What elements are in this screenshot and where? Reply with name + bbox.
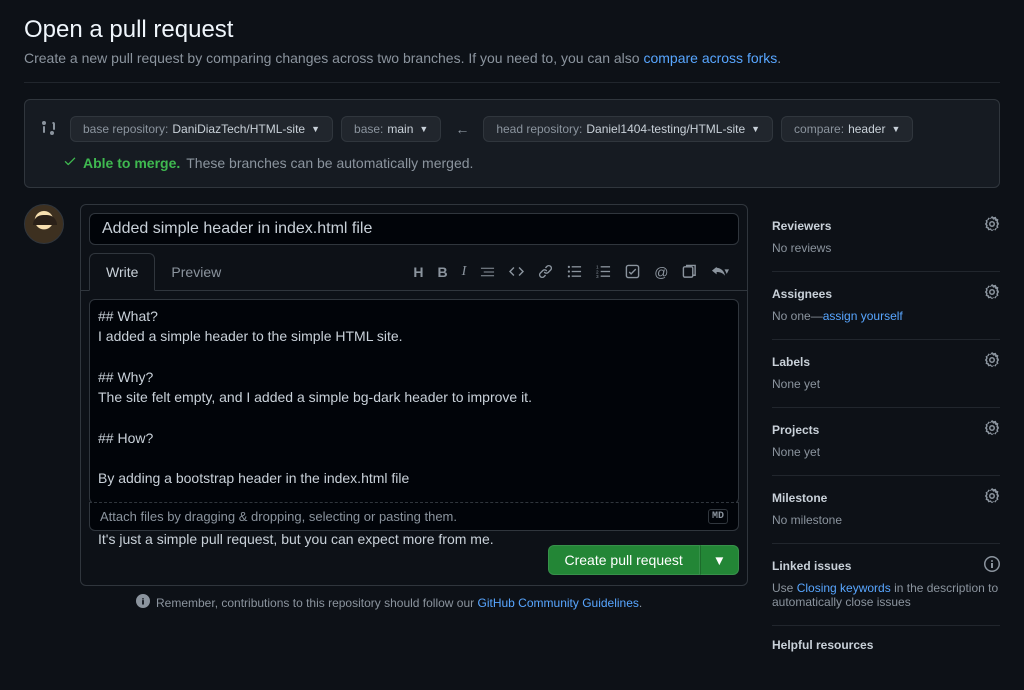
- sidebar: Reviewers No reviews Assignees No one—as…: [772, 204, 1000, 674]
- formatting-toolbar: H B I 123 @ ▾: [413, 264, 739, 280]
- page-title: Open a pull request: [24, 16, 1000, 44]
- avatar[interactable]: [24, 204, 64, 244]
- gear-icon[interactable]: [984, 488, 1000, 507]
- head-repo-selector[interactable]: head repository: Daniel1404-testing/HTML…: [483, 116, 773, 142]
- page-subtitle: Create a new pull request by comparing c…: [24, 50, 1000, 66]
- code-icon[interactable]: [509, 264, 524, 280]
- base-branch-label: base:: [354, 122, 383, 136]
- pr-body-textarea[interactable]: ## What? I added a simple header to the …: [89, 299, 739, 504]
- markdown-icon[interactable]: MD: [708, 509, 728, 524]
- linked-issues-body: Use Closing keywords in the description …: [772, 581, 1000, 609]
- merge-status-text: Able to merge.: [83, 155, 180, 171]
- gear-icon[interactable]: [984, 284, 1000, 303]
- base-branch-value: main: [387, 122, 413, 136]
- milestone-body: No milestone: [772, 513, 1000, 527]
- head-repo-value: Daniel1404-testing/HTML-site: [586, 122, 745, 136]
- attach-hint-text: Attach files by dragging & dropping, sel…: [100, 509, 457, 524]
- comment-box: Write Preview H B I 123 @: [80, 204, 748, 586]
- assignees-title[interactable]: Assignees: [772, 287, 832, 301]
- bold-icon[interactable]: B: [437, 264, 447, 280]
- link-icon[interactable]: [538, 264, 553, 280]
- create-pull-request-button[interactable]: Create pull request: [548, 545, 700, 575]
- arrow-left-icon: ←: [449, 121, 475, 137]
- projects-title[interactable]: Projects: [772, 423, 819, 437]
- tab-preview[interactable]: Preview: [155, 254, 237, 290]
- helpful-resources-title: Helpful resources: [772, 638, 873, 652]
- chevron-down-icon: ▼: [891, 124, 900, 134]
- compare-box: base repository: DaniDiazTech/HTML-site …: [24, 99, 1000, 188]
- svg-text:3: 3: [596, 274, 599, 279]
- check-icon: [63, 154, 77, 171]
- merge-status-desc: These branches can be automatically merg…: [186, 155, 473, 171]
- git-compare-icon: [41, 120, 57, 139]
- reviewers-title[interactable]: Reviewers: [772, 219, 831, 233]
- base-repo-selector[interactable]: base repository: DaniDiazTech/HTML-site …: [70, 116, 333, 142]
- compare-across-forks-link[interactable]: compare across forks: [643, 50, 777, 66]
- closing-keywords-link[interactable]: Closing keywords: [797, 581, 891, 595]
- tabs-bar: Write Preview H B I 123 @: [81, 253, 747, 291]
- gear-icon[interactable]: [984, 420, 1000, 439]
- merge-status: Able to merge. These branches can be aut…: [63, 154, 983, 171]
- pr-title-input[interactable]: [89, 213, 739, 245]
- assignees-body: No one—assign yourself: [772, 309, 1000, 323]
- subtitle-text: Create a new pull request by comparing c…: [24, 50, 643, 66]
- unordered-list-icon[interactable]: [567, 264, 582, 280]
- reply-icon[interactable]: ▾: [711, 264, 729, 280]
- gear-icon[interactable]: [984, 216, 1000, 235]
- compare-branch-label: compare:: [794, 122, 844, 136]
- create-pull-request-dropdown[interactable]: ▼: [700, 545, 739, 575]
- remember-suffix: .: [639, 596, 642, 610]
- projects-body: None yet: [772, 445, 1000, 459]
- base-branch-selector[interactable]: base: main ▼: [341, 116, 441, 142]
- info-icon[interactable]: [984, 556, 1000, 575]
- info-icon: [136, 594, 150, 611]
- tab-write[interactable]: Write: [89, 253, 155, 291]
- chevron-down-icon: ▼: [751, 124, 760, 134]
- labels-title[interactable]: Labels: [772, 355, 810, 369]
- reviewers-body: No reviews: [772, 241, 1000, 255]
- head-repo-label: head repository:: [496, 122, 582, 136]
- gear-icon[interactable]: [984, 352, 1000, 371]
- milestone-title[interactable]: Milestone: [772, 491, 827, 505]
- base-repo-value: DaniDiazTech/HTML-site: [172, 122, 305, 136]
- attach-bar[interactable]: Attach files by dragging & dropping, sel…: [89, 502, 739, 531]
- chevron-down-icon: ▼: [311, 124, 320, 134]
- remember-prefix: Remember, contributions to this reposito…: [156, 596, 478, 610]
- base-repo-label: base repository:: [83, 122, 168, 136]
- italic-icon[interactable]: I: [462, 264, 467, 280]
- quote-icon[interactable]: [480, 264, 495, 280]
- ordered-list-icon[interactable]: 123: [596, 264, 611, 280]
- contribution-note: Remember, contributions to this reposito…: [136, 594, 748, 611]
- compare-branch-value: header: [848, 122, 885, 136]
- header-divider: [24, 82, 1000, 83]
- cross-reference-icon[interactable]: [682, 264, 697, 280]
- task-list-icon[interactable]: [625, 264, 640, 280]
- labels-body: None yet: [772, 377, 1000, 391]
- mention-icon[interactable]: @: [654, 264, 668, 280]
- subtitle-suffix: .: [777, 50, 781, 66]
- assign-yourself-link[interactable]: assign yourself: [823, 309, 903, 323]
- chevron-down-icon: ▼: [419, 124, 428, 134]
- community-guidelines-link[interactable]: GitHub Community Guidelines: [478, 596, 639, 610]
- heading-icon[interactable]: H: [413, 264, 423, 280]
- linked-issues-title: Linked issues: [772, 559, 851, 573]
- compare-branch-selector[interactable]: compare: header ▼: [781, 116, 913, 142]
